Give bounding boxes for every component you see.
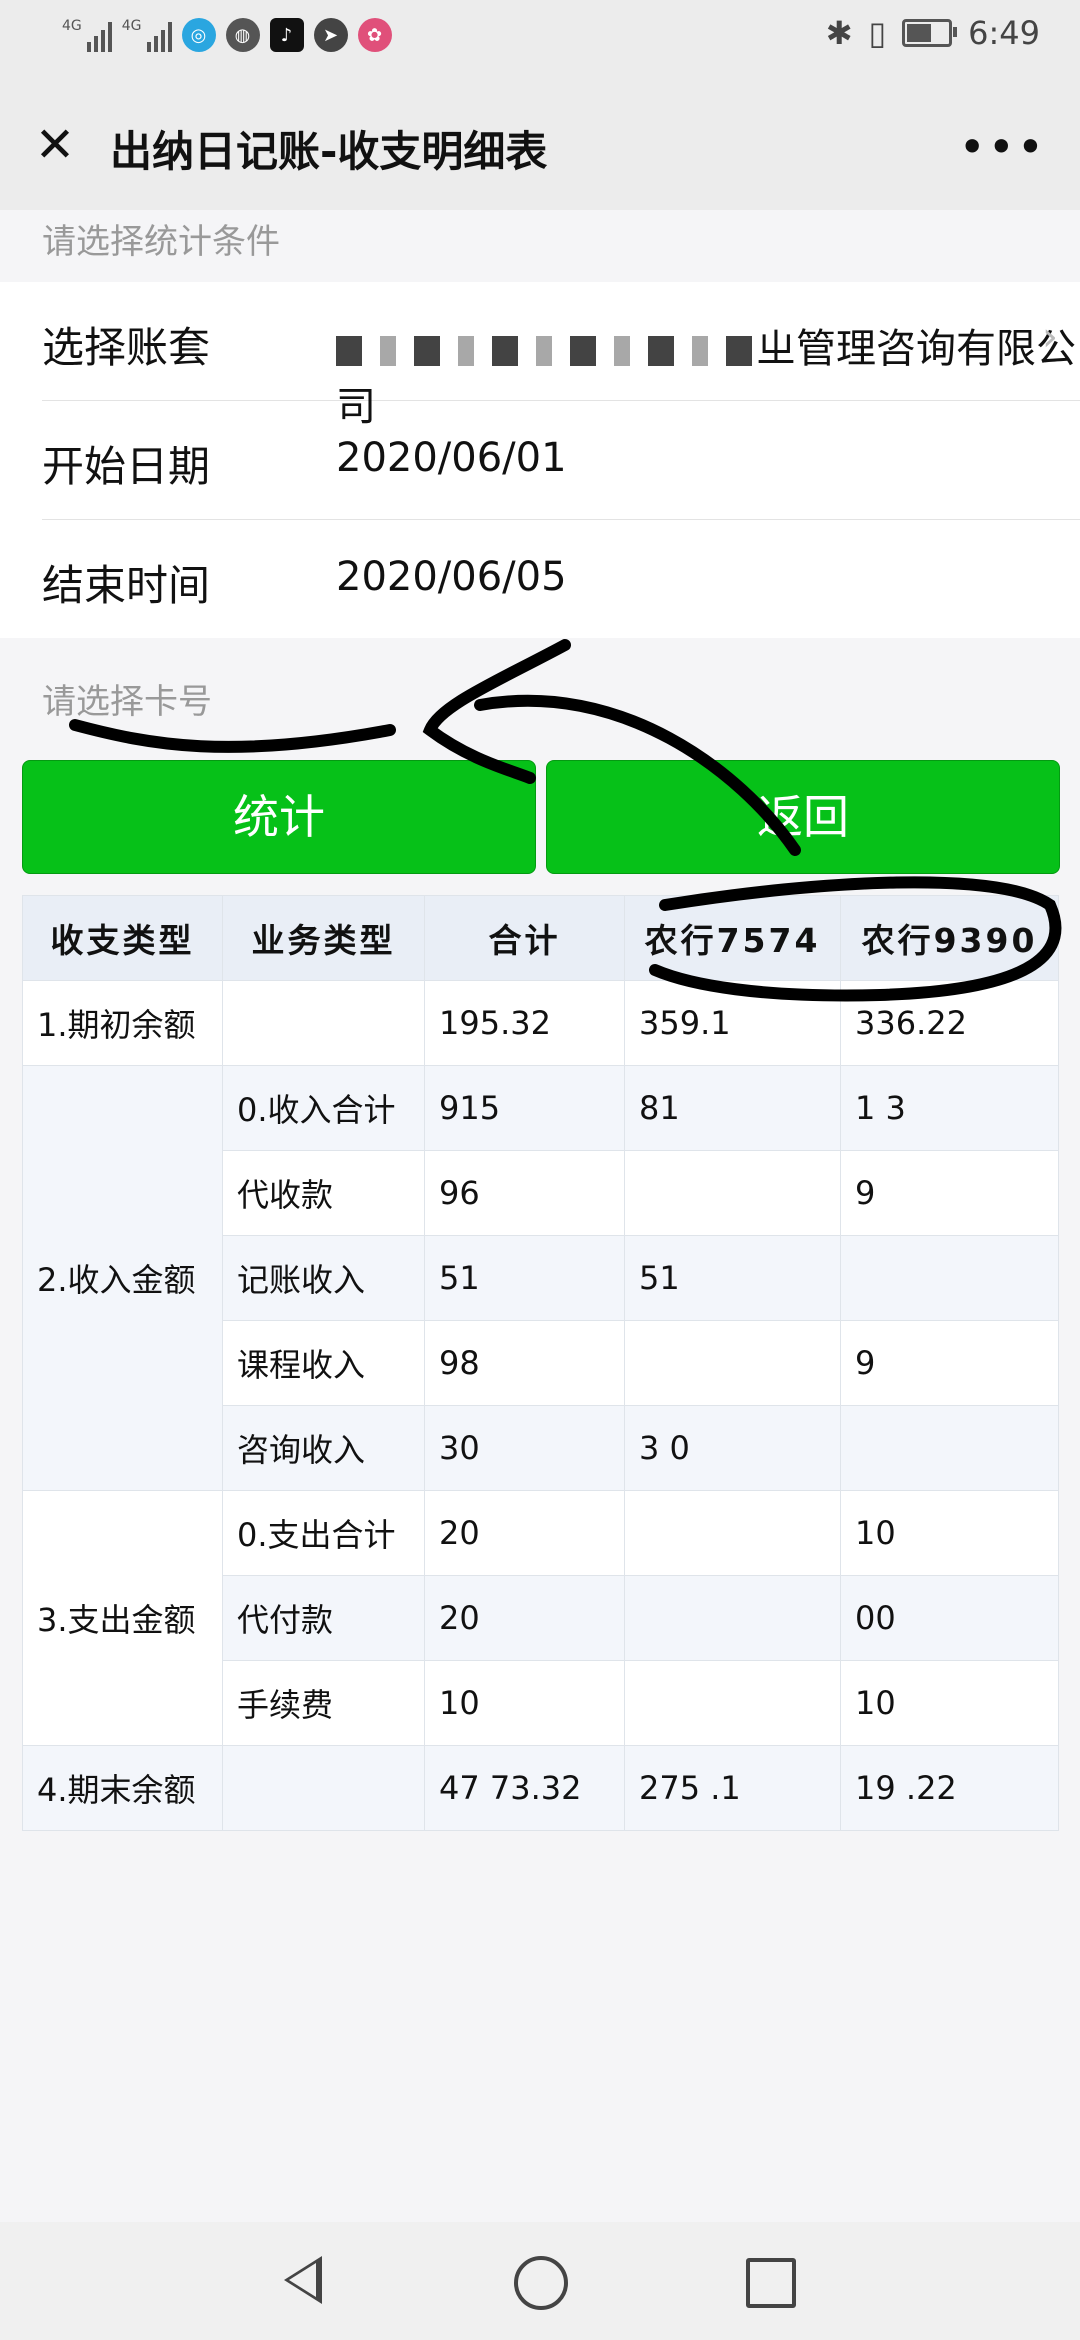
close-icon[interactable]: ✕ (30, 120, 80, 170)
cell-type: 代付款 (222, 1575, 425, 1661)
cell-group: 2.收入金额 (22, 1065, 223, 1491)
cell-total: 915 (424, 1065, 625, 1151)
col-header-account-9390: 农行9390 (840, 895, 1059, 981)
title-bar: ✕ 出纳日记账-收支明细表 ••• (0, 80, 1080, 210)
battery-icon (902, 19, 958, 47)
cell-total: 47 73.32 (424, 1745, 625, 1831)
cell-type (222, 980, 425, 1066)
cell-group: 4.期末余额 (22, 1745, 223, 1831)
cell-total: 195.32 (424, 980, 625, 1066)
cell-type: 0.支出合计 (222, 1490, 425, 1576)
cell-7574 (624, 1575, 841, 1661)
colorful-app-icon: ✿ (357, 18, 392, 52)
cell-7574 (624, 1490, 841, 1576)
cell-9390 (840, 1235, 1059, 1321)
cell-type: 课程收入 (222, 1320, 425, 1406)
home-nav-icon[interactable] (514, 2256, 568, 2310)
start-date-value: 2020/06/01 (336, 435, 567, 481)
signal-icon: 4G (62, 18, 112, 52)
start-date-label: 开始日期 (42, 442, 211, 491)
col-header-type: 业务类型 (222, 895, 425, 981)
cell-group: 3.支出金额 (22, 1490, 223, 1746)
end-date-label: 结束时间 (42, 561, 211, 610)
cell-7574: 3 0 (624, 1405, 841, 1491)
cell-7574 (624, 1150, 841, 1236)
chevron-right-icon: › (1042, 314, 1058, 360)
cell-7574: 359.1 (624, 980, 841, 1066)
cell-9390: 00 (840, 1575, 1059, 1661)
clock: 6:49 (968, 14, 1040, 52)
cell-7574 (624, 1320, 841, 1406)
page-title: 出纳日记账-收支明细表 (110, 127, 548, 176)
cell-9390: 1 3 (840, 1065, 1059, 1151)
cell-total: 96 (424, 1150, 625, 1236)
cell-total: 30 (424, 1405, 625, 1491)
conditions-hint: 请选择统计条件 (42, 222, 280, 262)
cell-9390: 10 (840, 1490, 1059, 1576)
back-nav-icon[interactable] (284, 2256, 322, 2304)
table-row: 4.期末余额 47 73.32 275 .1 19 .22 (22, 1745, 1059, 1831)
cell-type: 手续费 (222, 1660, 425, 1746)
cell-total: 98 (424, 1320, 625, 1406)
col-header-total: 合计 (424, 895, 625, 981)
signal-icon-2: 4G (122, 18, 172, 52)
cell-total: 20 (424, 1575, 625, 1661)
account-label: 选择账套 (42, 323, 211, 372)
system-nav-bar (0, 2222, 1080, 2340)
cell-type: 0.收入合计 (222, 1065, 425, 1151)
col-header-account-7574: 农行7574 (624, 895, 841, 981)
bluetooth-icon: ✱ (825, 14, 853, 52)
back-button[interactable]: 返回 (546, 760, 1060, 874)
cell-7574 (624, 1660, 841, 1746)
send-icon: ➤ (313, 18, 348, 52)
stat-button[interactable]: 统计 (22, 760, 536, 874)
scribble-underline (69, 719, 396, 753)
cell-9390 (840, 1405, 1059, 1491)
conditions-form: 选择账套 ㄓ管理咨询有限公司 › 开始日期 2020/06/01 结束时间 20… (0, 282, 1080, 638)
status-left: 4G 4G ◎ ◍ ♪ ➤ ✿ (62, 18, 392, 52)
cell-9390: 9 (840, 1320, 1059, 1406)
card-hint[interactable]: 请选择卡号 (42, 674, 212, 723)
cell-type: 代收款 (222, 1150, 425, 1236)
cell-type: 记账收入 (222, 1235, 425, 1321)
cell-9390: 336.22 (840, 980, 1059, 1066)
table-row: 3.支出金额 0.支出合计 20 10 (22, 1490, 1059, 1746)
redacted-block (336, 336, 756, 366)
cell-type: 咨询收入 (222, 1405, 425, 1491)
cell-7574: 81 (624, 1065, 841, 1151)
table-row: 1.期初余额 195.32 359.1 336.22 (22, 980, 1059, 1066)
col-header-category: 收支类型 (22, 895, 223, 981)
cell-total: 51 (424, 1235, 625, 1321)
browser-icon: ◎ (181, 18, 216, 52)
cell-group: 1.期初余额 (22, 980, 223, 1066)
cell-9390: 9 (840, 1150, 1059, 1236)
cell-9390: 19 .22 (840, 1745, 1059, 1831)
wechat-icon: ◍ (225, 18, 260, 52)
end-date-value: 2020/06/05 (336, 554, 567, 600)
scribble-arrow (422, 639, 571, 784)
sim1-label: 4G (62, 18, 82, 34)
recent-apps-icon[interactable] (746, 2258, 796, 2308)
cell-total: 10 (424, 1660, 625, 1746)
table-header-row: 收支类型 业务类型 合计 农行7574 农行9390 (22, 895, 1059, 981)
status-right: ✱ ▯ 6:49 (826, 14, 1040, 52)
tiktok-icon: ♪ (269, 18, 304, 52)
account-selector[interactable]: 选择账套 ㄓ管理咨询有限公司 › (42, 282, 1080, 430)
start-date-field[interactable]: 开始日期 2020/06/01 (42, 401, 1080, 520)
vibrate-icon: ▯ (868, 14, 887, 52)
end-date-field[interactable]: 结束时间 2020/06/05 (42, 520, 1080, 638)
cell-7574: 275 .1 (624, 1745, 841, 1831)
summary-table: 收支类型 业务类型 合计 农行7574 农行9390 1.期初余额 195.32… (22, 895, 1059, 1831)
sim2-label: 4G (121, 18, 142, 34)
table-row: 2.收入金额 0.收入合计 915 81 1 3 (22, 1065, 1059, 1491)
status-bar: 4G 4G ◎ ◍ ♪ ➤ ✿ ✱ ▯ 6:49 (0, 0, 1080, 80)
cell-total: 20 (424, 1490, 625, 1576)
cell-9390: 10 (840, 1660, 1059, 1746)
cell-7574: 51 (624, 1235, 841, 1321)
cell-type (222, 1745, 425, 1831)
more-options-icon[interactable]: ••• (959, 120, 1046, 174)
